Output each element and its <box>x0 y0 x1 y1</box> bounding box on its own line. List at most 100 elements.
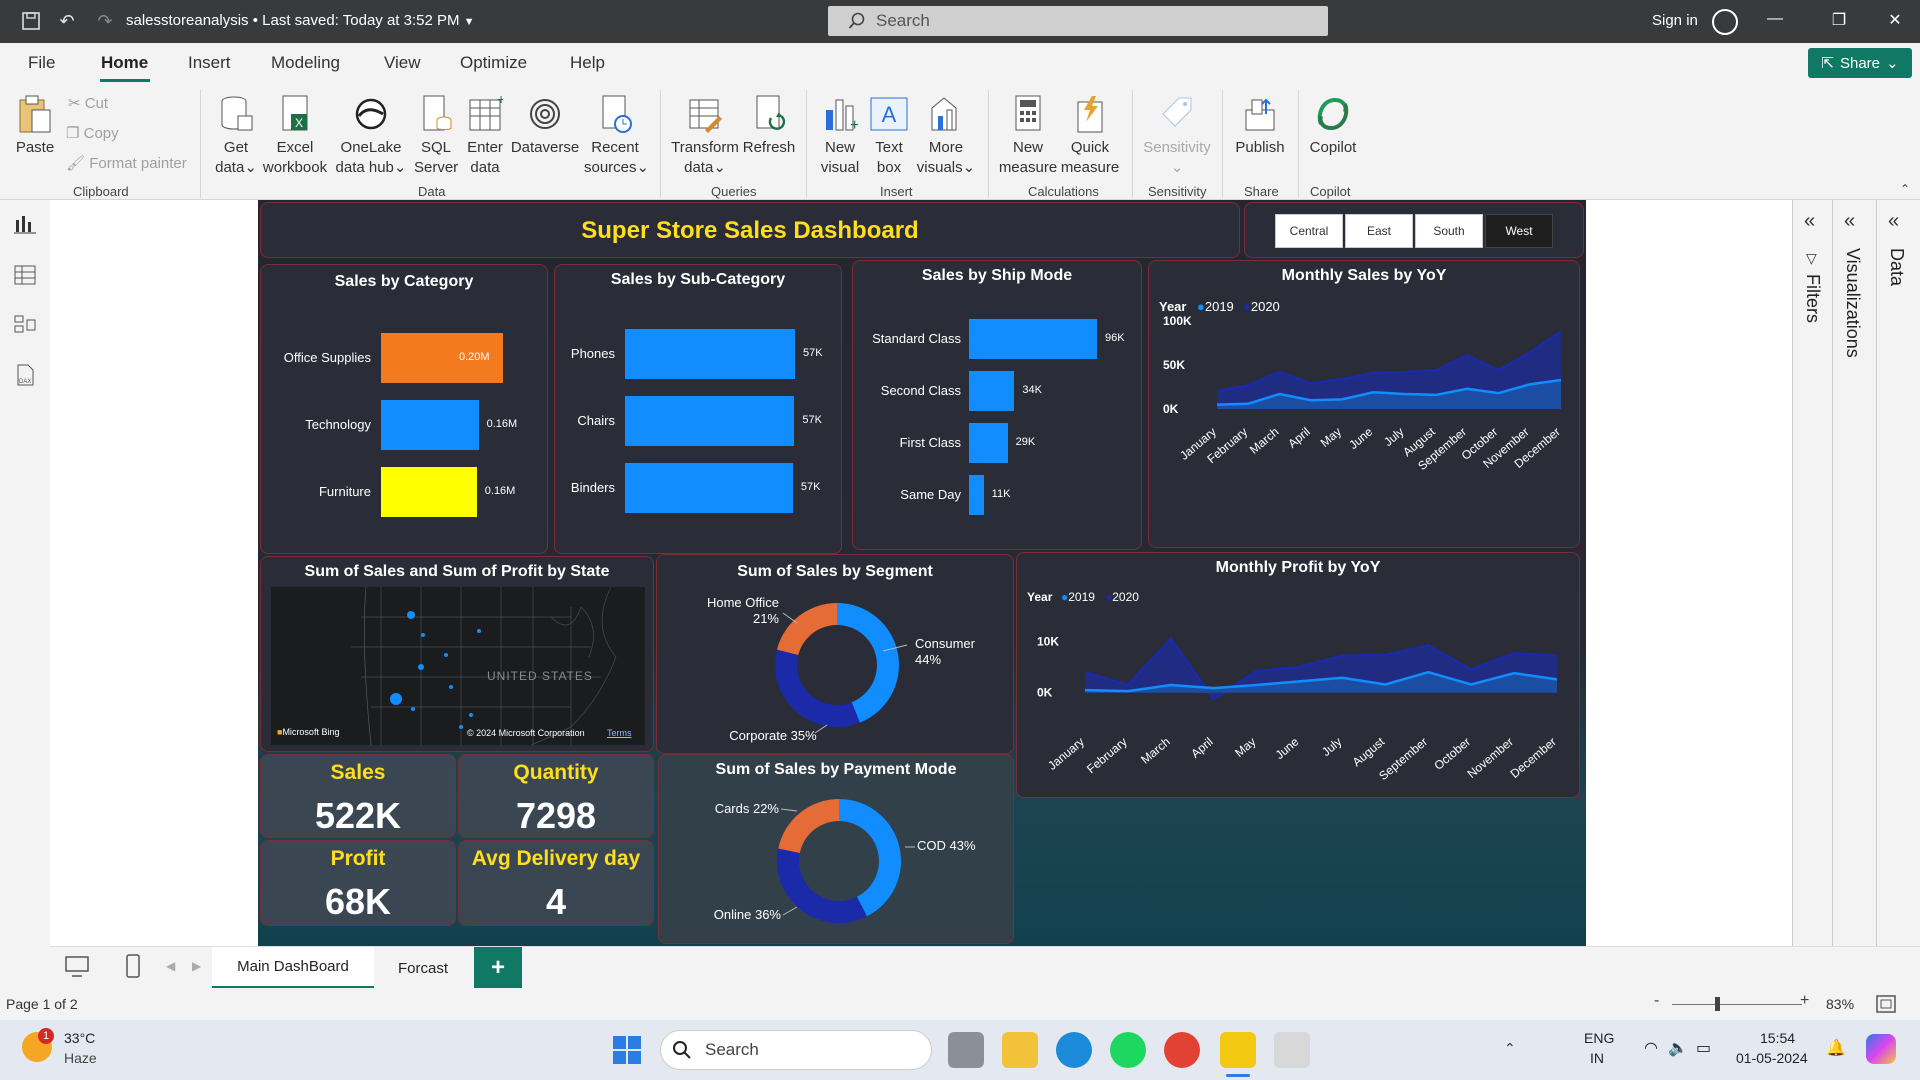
snipping-tool-icon[interactable] <box>1274 1032 1310 1068</box>
get-data-button[interactable]: Get data⌄ <box>212 94 260 178</box>
expand-filters-icon[interactable]: « <box>1804 210 1815 233</box>
visualizations-pane-tab[interactable]: Visualizations <box>1842 248 1863 358</box>
scroll-left-icon[interactable]: ◀ <box>166 959 175 973</box>
menu-modeling[interactable]: Modeling <box>271 53 340 73</box>
refresh-button[interactable]: Refresh <box>742 94 796 158</box>
svg-text:+: + <box>497 94 503 107</box>
format-painter-button[interactable]: 🖌 Format painter <box>66 154 187 172</box>
desktop-layout-icon[interactable] <box>64 955 90 979</box>
task-view-icon[interactable] <box>948 1032 984 1068</box>
taskbar-search[interactable]: Search <box>660 1030 932 1070</box>
sign-in-link[interactable]: Sign in <box>1652 12 1698 29</box>
language-indicator[interactable]: ENG <box>1584 1030 1614 1046</box>
clock-date[interactable]: 01-05-2024 <box>1736 1050 1808 1066</box>
save-icon[interactable] <box>18 8 44 34</box>
more-visuals-button[interactable]: More visuals⌄ <box>916 94 976 178</box>
search-input[interactable]: Search <box>828 6 1328 36</box>
tab-forcast[interactable]: Forcast <box>376 947 470 989</box>
onelake-data-hub-button[interactable]: OneLake data hub⌄ <box>334 94 408 178</box>
slicer-west[interactable]: West <box>1485 214 1553 248</box>
sales-by-payment-mode-chart[interactable]: Sum of Sales by Payment Mode COD 43% Onli… <box>658 754 1014 944</box>
sales-by-category-chart[interactable]: Sales by Category Office Supplies 0.20M Te… <box>260 264 548 554</box>
menu-help[interactable]: Help <box>570 53 605 73</box>
dax-query-view-icon[interactable]: DAX <box>12 362 38 388</box>
close-icon[interactable]: ✕ <box>1880 10 1910 34</box>
quick-measure-button[interactable]: Quick measure <box>1060 94 1120 178</box>
add-page-button[interactable]: + <box>474 947 522 989</box>
spotify-icon[interactable] <box>1110 1032 1146 1068</box>
transform-data-button[interactable]: Transform data⌄ <box>670 94 740 178</box>
dashboard-title: Super Store Sales Dashboard <box>581 217 919 244</box>
power-bi-icon[interactable] <box>1220 1032 1256 1068</box>
menu-home[interactable]: Home <box>101 53 148 73</box>
edge-icon[interactable] <box>1056 1032 1092 1068</box>
share-button[interactable]: ⇱ Share ⌄ <box>1808 48 1912 78</box>
copy-button[interactable]: ❐ Copy <box>66 124 119 142</box>
minimize-icon[interactable]: — <box>1760 10 1790 34</box>
redo-icon[interactable]: ↷ <box>92 8 118 34</box>
battery-icon[interactable]: ▭ <box>1696 1038 1711 1058</box>
restore-icon[interactable]: ❐ <box>1824 10 1854 34</box>
mobile-layout-icon[interactable] <box>124 953 142 979</box>
new-visual-button[interactable]: + New visual <box>816 94 864 178</box>
map-terms-link[interactable]: Terms <box>607 728 632 738</box>
wifi-icon[interactable]: ◠ <box>1644 1038 1658 1058</box>
map-visual[interactable]: UNITED STATES ■Microsoft Bing © 2024 Mic… <box>271 587 645 745</box>
chevron-down-icon: ▼ <box>463 16 475 28</box>
sales-by-segment-chart[interactable]: Sum of Sales by Segment Consumer 44% Corpo… <box>656 554 1014 754</box>
monthly-profit-chart[interactable]: Monthly Profit by YoY Year ●2019 ●2020 1… <box>1016 552 1580 798</box>
dataverse-button[interactable]: Dataverse <box>510 94 580 158</box>
report-view-icon[interactable] <box>12 212 38 238</box>
publish-button[interactable]: Publish <box>1232 94 1288 158</box>
monthly-sales-chart[interactable]: Monthly Sales by YoY Year ●2019 ●2020 10… <box>1148 260 1580 548</box>
recent-sources-button[interactable]: Recent sources⌄ <box>584 94 649 178</box>
paste-button[interactable]: Paste <box>14 94 56 158</box>
menu-file[interactable]: File <box>28 53 55 73</box>
zoom-in-icon[interactable]: + <box>1800 992 1809 1010</box>
state-map-panel[interactable]: Sum of Sales and Sum of Profit by State … <box>260 556 654 752</box>
clock-time[interactable]: 15:54 <box>1760 1030 1795 1046</box>
data-pane-tab[interactable]: Data <box>1886 248 1907 286</box>
menu-optimize[interactable]: Optimize <box>460 53 527 73</box>
table-view-icon[interactable] <box>12 262 38 288</box>
slicer-central[interactable]: Central <box>1275 214 1343 248</box>
expand-data-icon[interactable]: « <box>1888 210 1899 233</box>
copilot-button[interactable]: Copilot <box>1306 94 1360 158</box>
chrome-icon[interactable] <box>1164 1032 1200 1068</box>
sales-by-ship-mode-chart[interactable]: Sales by Ship Mode Standard Class 96K Seco… <box>852 260 1142 550</box>
filters-pane-tab[interactable]: Filters <box>1802 274 1823 323</box>
zoom-out-icon[interactable]: - <box>1654 992 1659 1010</box>
user-avatar-icon[interactable] <box>1712 9 1738 35</box>
zoom-slider-thumb[interactable] <box>1715 997 1720 1011</box>
windows-start-icon[interactable] <box>612 1035 642 1065</box>
region-indicator[interactable]: IN <box>1590 1050 1604 1066</box>
file-explorer-icon[interactable] <box>1002 1032 1038 1068</box>
new-measure-button[interactable]: New measure <box>998 94 1058 178</box>
cut-button[interactable]: ✂ Cut <box>68 94 108 112</box>
sales-by-subcategory-chart[interactable]: Sales by Sub-Category Phones 57K Chairs 57K… <box>554 264 842 554</box>
menu-view[interactable]: View <box>384 53 421 73</box>
fit-to-page-icon[interactable] <box>1876 995 1896 1013</box>
slice-label: Online 36% <box>714 907 782 922</box>
slicer-south[interactable]: South <box>1415 214 1483 248</box>
tab-main-dashboard[interactable]: Main DashBoard <box>212 947 374 989</box>
excel-workbook-button[interactable]: X Excel workbook <box>262 94 328 178</box>
model-view-icon[interactable] <box>12 312 38 338</box>
text-box-button[interactable]: A Text box <box>866 94 912 178</box>
bell-icon[interactable]: 🔔 <box>1826 1038 1846 1058</box>
volume-icon[interactable]: 🔈 <box>1668 1038 1688 1058</box>
menu-insert[interactable]: Insert <box>188 53 231 73</box>
sql-server-button[interactable]: SQL Server <box>414 94 458 178</box>
sensitivity-button[interactable]: Sensitivity ⌄ <box>1140 94 1214 178</box>
enter-data-button[interactable]: + Enter data <box>464 94 506 178</box>
collapse-ribbon-icon[interactable]: ⌃ <box>1900 182 1910 196</box>
paste-icon <box>19 95 51 133</box>
copilot-taskbar-icon[interactable] <box>1866 1034 1896 1064</box>
show-hidden-icons[interactable]: ⌃ <box>1504 1040 1516 1057</box>
slicer-east[interactable]: East <box>1345 214 1413 248</box>
scroll-right-icon[interactable]: ▶ <box>192 959 201 973</box>
zoom-slider[interactable] <box>1672 1004 1802 1005</box>
undo-icon[interactable]: ↶ <box>54 8 80 34</box>
dataverse-icon <box>530 99 560 129</box>
expand-visualizations-icon[interactable]: « <box>1844 210 1855 233</box>
